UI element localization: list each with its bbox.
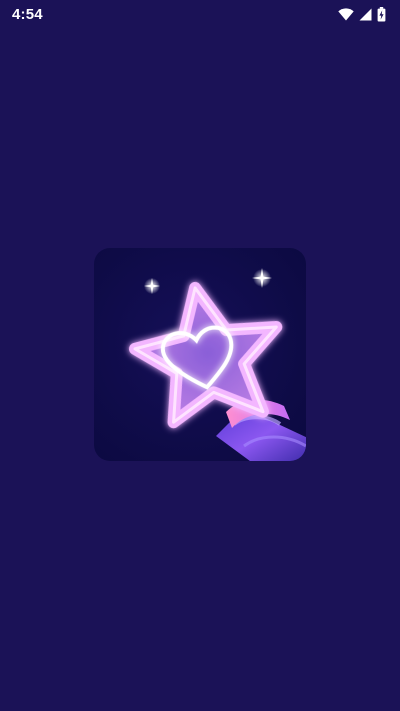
status-icons (338, 6, 386, 22)
cellular-signal-icon (359, 8, 372, 21)
star-wand-heart-icon (94, 248, 306, 461)
app-logo (94, 248, 306, 461)
status-time: 4:54 (12, 5, 43, 23)
status-bar: 4:54 (0, 0, 400, 28)
battery-charging-icon (377, 6, 386, 22)
splash-screen: 4:54 (0, 0, 400, 711)
wifi-icon (338, 7, 354, 21)
